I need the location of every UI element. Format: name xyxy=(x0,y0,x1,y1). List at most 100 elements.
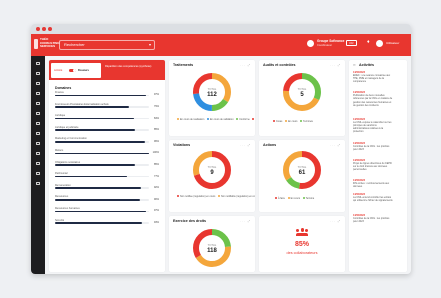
user-label[interactable]: Utilisateur xyxy=(386,41,399,45)
legend-label: Terminés xyxy=(303,120,313,123)
activity-item[interactable]: 14/06/2023 IDS écrites : remboursements a… xyxy=(353,179,393,188)
language-selector[interactable]: FR xyxy=(346,39,357,46)
legend-entry[interactable]: Terminés xyxy=(298,120,313,123)
domain-row[interactable]: Ressources 90% xyxy=(55,195,159,203)
card-tools[interactable]: ··· ⤢ xyxy=(330,63,341,67)
bookmark-icon[interactable] xyxy=(36,162,40,165)
legend-entry[interactable]: En cours xyxy=(286,197,301,200)
domain-progress-track xyxy=(55,129,149,131)
droits-card: Exercice des droits ··· ⤢ TOTAL 118 xyxy=(169,216,255,272)
violations-card: Violations ··· ⤢ TOTAL 9 Non notifiée (ré… xyxy=(169,140,255,212)
activity-item[interactable]: 14/06/2023 La CNIL expose le calendrier s… xyxy=(353,118,393,133)
dashboard-icon[interactable] xyxy=(36,72,40,75)
user-avatar[interactable] xyxy=(376,40,383,47)
chart-icon[interactable] xyxy=(36,142,40,145)
domain-progress-fill xyxy=(55,187,142,189)
settings-icon[interactable] xyxy=(36,152,40,155)
activity-item[interactable]: 14/06/2023 La CNIL entend contrôler les e… xyxy=(353,193,393,202)
users-icon[interactable] xyxy=(36,132,40,135)
legend-entry[interactable]: Non notifiable (régulation) en cours xyxy=(216,195,255,198)
domain-row[interactable]: Ressources humaines 97% xyxy=(55,207,159,215)
donut-total-label: TOTAL xyxy=(208,165,217,169)
mode-toggle[interactable] xyxy=(69,68,76,72)
card-tools[interactable]: ··· ⤢ xyxy=(240,63,251,67)
org-avatar[interactable] xyxy=(307,40,314,47)
domain-row[interactable]: Juridique et judiciaire 85% xyxy=(55,126,159,134)
calendar-icon[interactable] xyxy=(36,122,40,125)
org-name[interactable]: Groupe Sofinance xyxy=(317,39,344,43)
card-tools[interactable]: ··· ⤢ xyxy=(240,219,251,223)
toggle-left-label: Activité xyxy=(54,69,63,72)
legend-label: En cours xyxy=(288,120,298,123)
activity-item[interactable]: 14/06/2023 EDEC : une séance consacrée au… xyxy=(353,71,393,83)
domain-row[interactable]: Métiers 100% xyxy=(55,149,159,157)
donut-total-value: 5 xyxy=(300,92,304,98)
legend-label: En cours xyxy=(290,197,301,200)
search-value: Rechercher xyxy=(64,42,85,47)
legend-entry[interactable]: Créés xyxy=(271,120,283,123)
sensibilisation-card: ··· ⤢ 85% des collaborateurs xyxy=(259,216,345,272)
legend-entry[interactable]: À faire xyxy=(273,197,286,200)
activity-item[interactable]: 14/06/2023 Contrôles de la CNIL : les pri… xyxy=(353,142,393,151)
domain-label: Fournisseurs Prestataires Externalisatio… xyxy=(55,102,109,106)
domain-progress-track xyxy=(55,222,149,224)
domain-row[interactable]: Fournisseurs Prestataires Externalisatio… xyxy=(55,103,159,111)
legend-swatch xyxy=(207,118,209,121)
legend-entry[interactable]: Conforme xyxy=(234,118,250,121)
sensibilisation-percent: 85% xyxy=(294,241,309,248)
actions-donut: TOTAL61 xyxy=(283,151,321,189)
domain-label: Marketing et Communication xyxy=(55,137,87,141)
violations-legend: Non notifiée (régulation) en cours Non n… xyxy=(175,195,255,199)
domain-label: Remuneration xyxy=(55,183,71,187)
activity-item[interactable]: 14/06/2023 Projet de lignes directrices d… xyxy=(353,159,393,171)
donut-total-label: TOTAL xyxy=(208,243,217,247)
legend-label: Conforme xyxy=(239,118,250,121)
domain-label: Sécurité xyxy=(55,218,65,222)
tab-repartition[interactable]: Répartition des compétences (synthèse) xyxy=(105,65,161,68)
mail-icon[interactable] xyxy=(36,172,40,175)
domain-progress-fill xyxy=(55,117,134,120)
domain-row[interactable]: Juridique 84% xyxy=(55,114,159,122)
tab-mode[interactable]: Activité Dossiers xyxy=(51,63,101,78)
donut-total-value: 112 xyxy=(207,92,217,98)
card-tools[interactable]: ··· ⤢ xyxy=(240,143,251,147)
legend-entry[interactable]: En cours de validation xyxy=(205,118,234,121)
shield-icon[interactable] xyxy=(36,112,40,115)
card-tools[interactable]: ··· ⤢ xyxy=(330,143,341,147)
legend-entry[interactable]: En cours xyxy=(283,120,298,123)
domain-row[interactable]: Marketing et Communication 96% xyxy=(55,137,159,145)
bell-icon[interactable]: ♦ xyxy=(367,39,370,45)
search-input[interactable]: Rechercher ▾ xyxy=(59,40,155,50)
domain-percent: 97% xyxy=(153,93,159,97)
minimize-dot[interactable] xyxy=(42,27,46,31)
legend-entry[interactable]: En cours de réalisation xyxy=(175,118,205,121)
domain-row[interactable]: Finance 97% xyxy=(55,91,159,99)
domain-row[interactable]: Obligations sociétaires 85% xyxy=(55,161,159,169)
domain-progress-track xyxy=(55,164,149,166)
close-dot[interactable] xyxy=(36,27,40,31)
browser-chrome xyxy=(31,24,411,34)
domain-row[interactable]: Patrimonial 77% xyxy=(55,172,159,180)
legend-entry[interactable]: Non notifiée (régulation) en cours xyxy=(175,195,216,198)
toggle-right-label: Dossiers xyxy=(78,69,89,72)
main-content: Activité Dossiers Répartition des compét… xyxy=(45,56,411,274)
brand-logo[interactable]: THÉO CONSULTING SERVICES xyxy=(34,37,60,52)
card-tools[interactable]: ··· ⤢ xyxy=(330,219,341,223)
home-icon[interactable] xyxy=(36,62,40,65)
users-group-icon xyxy=(296,228,308,236)
domain-percent: 100% xyxy=(152,151,159,155)
list-icon[interactable] xyxy=(36,102,40,105)
domain-row[interactable]: Remuneration 92% xyxy=(55,184,159,192)
maximize-dot[interactable] xyxy=(48,27,52,31)
violations-donut: TOTAL9 xyxy=(193,151,231,189)
legend-swatch xyxy=(177,118,179,121)
legend-entry[interactable]: Analysé xyxy=(250,118,255,121)
domain-row[interactable]: Sécurité 93% xyxy=(55,219,159,227)
folder-icon[interactable] xyxy=(36,82,40,85)
activity-item[interactable]: 14/06/2023 Contrôles de la CNIL : les pri… xyxy=(353,214,393,223)
legend-entry[interactable]: Terminé xyxy=(301,197,314,200)
activity-item[interactable]: 14/06/2023 Publication de deux nouvelles … xyxy=(353,91,393,106)
help-icon[interactable] xyxy=(36,182,40,185)
document-icon[interactable] xyxy=(36,92,40,95)
domain-progress-track xyxy=(55,175,149,178)
